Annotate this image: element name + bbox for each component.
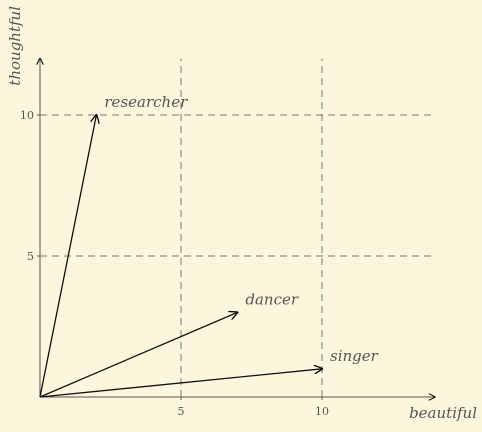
vectors: researcher dancer singer [39,93,379,398]
vector-researcher [39,115,96,398]
vector-diagram: 5 10510 researcherdancersinger beautiful … [6,6,477,422]
vector-dancer [39,312,237,398]
vector-label-researcher: researcher [104,93,188,111]
x-tick-label-5: 5 [178,405,185,418]
y-tick-label-5: 5 [27,250,34,263]
x-axis-label: beautiful [409,404,477,422]
y-axis-label: thoughtful [6,6,24,86]
vector-label-dancer: dancer [245,290,298,308]
x-tick-label-10: 10 [315,405,329,418]
y-tick-label-10: 10 [20,109,34,122]
vector-label-singer: singer [330,347,379,365]
